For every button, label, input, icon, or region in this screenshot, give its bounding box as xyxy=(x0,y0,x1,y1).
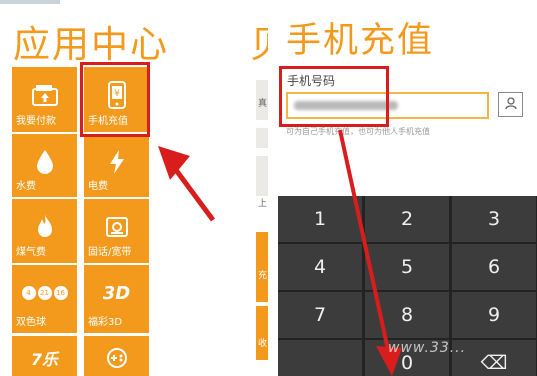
partial-text: 收 xyxy=(258,339,268,349)
key-2[interactable]: 2 xyxy=(365,196,449,242)
key-3[interactable]: 3 xyxy=(452,196,536,242)
game-controller-icon xyxy=(84,342,149,374)
flame-icon xyxy=(12,211,77,243)
key-blank[interactable] xyxy=(278,340,362,376)
tile-label: 福彩3D xyxy=(88,317,123,328)
key-1[interactable]: 1 xyxy=(278,196,362,242)
app-center-panel: 应用中心 我要付款 ¥ 手机充值 水费 电费 煤气费 固话/宽带 4 21 16… xyxy=(0,0,175,376)
arrow-to-recharge-tile xyxy=(173,168,216,222)
landline-icon xyxy=(84,211,149,243)
key-9[interactable]: 9 xyxy=(452,292,536,338)
app-center-title: 应用中心 xyxy=(13,23,169,66)
recharge-hint-text: 可为自己手机充值，也可为他人手机充值 xyxy=(286,127,430,136)
tile-gas[interactable]: 煤气费 xyxy=(12,199,77,263)
tile-label: 电费 xyxy=(88,181,108,192)
tile-label: 固话/宽带 xyxy=(88,247,132,258)
phone-recharge-title: 手机充值 xyxy=(286,21,435,61)
key-5[interactable]: 5 xyxy=(365,244,449,290)
key-8[interactable]: 8 xyxy=(365,292,449,338)
water-drop-icon xyxy=(12,146,77,178)
tile-game[interactable] xyxy=(84,336,149,376)
partial-card xyxy=(256,156,268,196)
tile-double-color-ball[interactable]: 4 21 16 双色球 xyxy=(12,265,77,333)
tile-electricity[interactable]: 电费 xyxy=(84,134,149,197)
lottery-ball: 21 xyxy=(37,286,52,300)
partial-page-title: 贝 xyxy=(250,14,268,68)
lottery-ball: 4 xyxy=(21,286,36,300)
partial-text: 充 xyxy=(258,271,268,281)
phone-recharge-panel: 手机充值 手机号码 可为自己手机充值，也可为他人手机充值 1 2 3 4 5 6… xyxy=(268,0,537,376)
highlight-box-recharge-tile xyxy=(80,62,150,137)
key-6[interactable]: 6 xyxy=(452,244,536,290)
tile-label: 水费 xyxy=(16,181,36,192)
seven-lottery-icon: 7乐 xyxy=(12,342,77,374)
lightning-icon xyxy=(84,146,149,178)
seven-lottery-badge: 7乐 xyxy=(30,350,59,369)
key-backspace[interactable]: ⌫ xyxy=(452,340,536,376)
lottery-ball: 16 xyxy=(53,286,68,300)
lottery-balls-icon: 4 21 16 xyxy=(12,277,77,309)
lottery-3d-badge: 3D xyxy=(102,282,131,304)
partial-page-panel: 贝 真 上 充 收 xyxy=(238,0,268,376)
numeric-keypad: 1 2 3 4 5 6 7 8 9 0 ⌫ xyxy=(278,196,537,376)
highlight-box-phone-field xyxy=(279,66,389,127)
contact-picker-button[interactable] xyxy=(498,92,523,117)
contact-icon xyxy=(504,95,518,114)
tile-label: 我要付款 xyxy=(16,116,56,127)
partial-text: 真 xyxy=(258,99,268,109)
tile-label: 煤气费 xyxy=(16,247,46,258)
key-4[interactable]: 4 xyxy=(278,244,362,290)
partial-text: 上 xyxy=(258,199,268,209)
key-0[interactable]: 0 xyxy=(365,340,449,376)
partial-button xyxy=(256,232,268,302)
tile-label: 双色球 xyxy=(16,317,46,328)
tile-seven-lottery[interactable]: 7乐 xyxy=(12,336,77,376)
tile-landline-broadband[interactable]: 固话/宽带 xyxy=(84,199,149,263)
partial-button xyxy=(256,306,268,360)
partial-card xyxy=(256,128,268,148)
tile-lottery-3d[interactable]: 3D 福彩3D xyxy=(84,265,149,333)
wallet-icon xyxy=(12,79,77,111)
tile-water[interactable]: 水费 xyxy=(12,134,77,197)
key-7[interactable]: 7 xyxy=(278,292,362,338)
lottery-3d-icon: 3D xyxy=(84,277,149,309)
top-status-line xyxy=(0,0,60,4)
tile-payment[interactable]: 我要付款 xyxy=(12,67,77,132)
